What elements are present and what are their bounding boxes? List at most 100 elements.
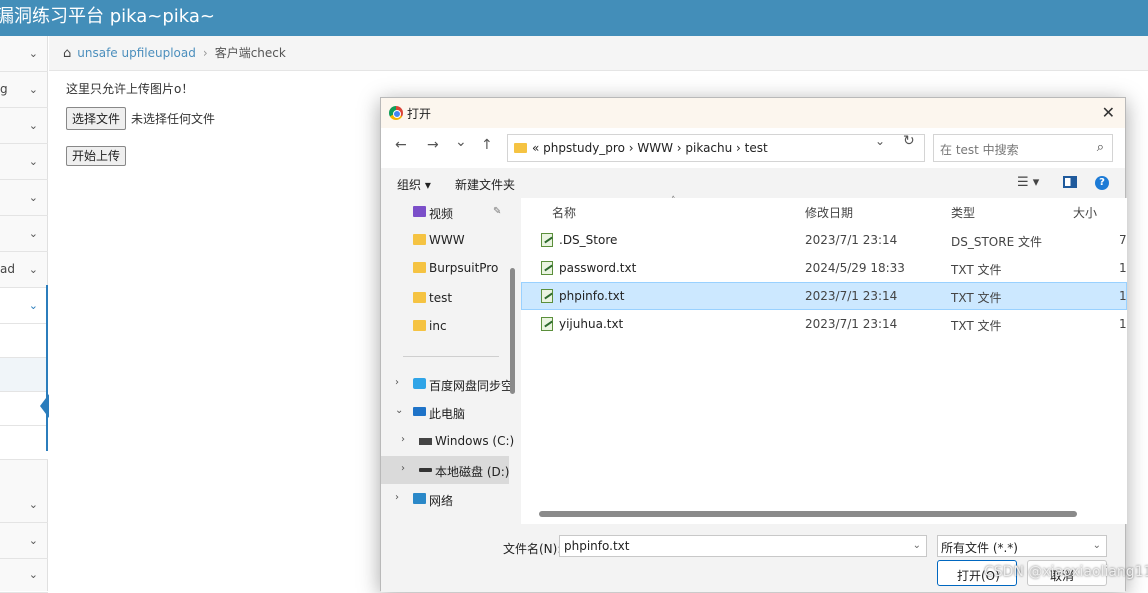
file-list: 名称 ˄ 修改日期 类型 大小 .DS_Store 2023/7/1 23:14… <box>521 196 1127 524</box>
navigation-pane: 视频 ✎ WWW BurpsuitPro test inc › 百度网盘同步空 … <box>381 198 514 524</box>
file-row-selected[interactable]: phpinfo.txt 2023/7/1 23:14 TXT 文件 1 <box>521 282 1127 310</box>
help-icon[interactable]: ? <box>1095 176 1109 190</box>
sidebar-subitem[interactable] <box>0 324 48 358</box>
organize-menu[interactable]: 组织 ▾ <box>397 176 431 193</box>
collapse-icon[interactable]: ⌄ <box>395 405 403 416</box>
column-header-type[interactable]: 类型 <box>951 204 975 221</box>
text-file-icon <box>541 261 553 275</box>
dialog-footer: 文件名(N): phpinfo.txt ⌄ 所有文件 (*.*) ⌄ 打开(O)… <box>381 524 1125 592</box>
back-arrow-icon[interactable]: ← <box>395 137 407 153</box>
dialog-title: 打开 <box>407 107 432 121</box>
file-picker: 选择文件 未选择任何文件 <box>66 106 216 130</box>
app-header: 漏洞练习平台 pika~pika~ <box>0 0 1148 36</box>
sidebar-subitem[interactable] <box>0 426 48 460</box>
preview-pane-icon[interactable] <box>1063 176 1077 188</box>
expand-icon[interactable]: › <box>401 434 405 445</box>
chevron-down-icon[interactable]: ⌄ <box>913 540 921 551</box>
nav-item-inc[interactable]: inc <box>381 312 509 340</box>
folder-icon <box>413 292 426 303</box>
computer-icon <box>413 407 426 416</box>
nav-pane-scrollbar[interactable] <box>510 268 515 394</box>
sidebar: ⌄ g ⌄ ⌄ ⌄ ⌄ ⌄ ad ⌄ ⌄ ⌄ ⌄ ⌄ <box>0 36 48 593</box>
dialog-titlebar[interactable]: 打开 ✕ <box>381 98 1125 128</box>
chevron-down-icon: ⌄ <box>1092 540 1101 551</box>
nav-item-baidu-sync[interactable]: › 百度网盘同步空 <box>381 370 513 398</box>
text-file-icon <box>541 317 553 331</box>
upload-form: 这里只允许上传图片o！ 选择文件 未选择任何文件 开始上传 <box>66 80 216 166</box>
nav-item-this-pc[interactable]: ⌄ 此电脑 <box>381 398 509 426</box>
horizontal-scrollbar[interactable] <box>539 511 1077 517</box>
chevron-down-icon: ⌄ <box>28 155 38 168</box>
home-icon[interactable]: ⌂ <box>63 46 71 61</box>
dialog-toolbar: 组织 ▾ 新建文件夹 ☰ ▾ ? <box>381 168 1125 198</box>
nav-item-network[interactable]: › 网络 <box>381 485 509 513</box>
nav-item-videos[interactable]: 视频 ✎ <box>381 198 509 226</box>
search-icon: ⌕ <box>1096 140 1104 155</box>
chrome-icon <box>389 106 403 120</box>
sidebar-item[interactable]: ⌄ <box>0 108 48 144</box>
chevron-down-icon: ⌄ <box>28 568 38 581</box>
windows-drive-icon <box>419 438 432 445</box>
filetype-select[interactable]: 所有文件 (*.*) ⌄ <box>937 535 1107 557</box>
file-row[interactable]: yijuhua.txt 2023/7/1 23:14 TXT 文件 1 <box>521 310 1127 338</box>
expand-icon[interactable]: › <box>401 463 405 474</box>
sidebar-item[interactable]: ⌄ <box>0 180 48 216</box>
column-header-size[interactable]: 大小 <box>1073 204 1097 221</box>
close-icon[interactable]: ✕ <box>1102 103 1115 122</box>
up-arrow-icon[interactable]: ↑ <box>481 137 493 153</box>
sidebar-selected-arrow <box>40 394 49 418</box>
expand-icon[interactable]: › <box>395 377 399 388</box>
expand-icon[interactable]: › <box>395 492 399 503</box>
chevron-down-icon[interactable]: ⌄ <box>875 134 885 148</box>
file-open-dialog: 打开 ✕ ← → ⌄ ↑ « phpstudy_pro › WWW › pika… <box>380 97 1127 592</box>
search-input[interactable]: 在 test 中搜索 ⌕ <box>933 134 1113 162</box>
view-options-icon[interactable]: ☰ ▾ <box>1017 175 1039 190</box>
sidebar-subitem-selected[interactable] <box>0 358 48 392</box>
sidebar-item[interactable]: ⌄ <box>0 523 48 559</box>
column-header-date[interactable]: 修改日期 <box>805 204 853 221</box>
sidebar-item[interactable]: ⌄ <box>0 557 48 593</box>
refresh-icon[interactable]: ↻ <box>903 133 915 149</box>
breadcrumb-link[interactable]: unsafe upfileupload <box>77 46 196 60</box>
chevron-down-icon: ⌄ <box>28 83 38 96</box>
text-file-icon <box>541 289 553 303</box>
app-title: 漏洞练习平台 pika~pika~ <box>0 6 216 27</box>
nav-item-test[interactable]: test <box>381 284 509 312</box>
sidebar-item-active[interactable]: ⌄ <box>0 288 48 324</box>
file-row[interactable]: password.txt 2024/5/29 18:33 TXT 文件 1 <box>521 254 1127 282</box>
sidebar-item[interactable]: g ⌄ <box>0 72 48 108</box>
choose-file-button[interactable]: 选择文件 <box>66 106 127 130</box>
search-placeholder: 在 test 中搜索 <box>940 143 1019 157</box>
filename-input[interactable]: phpinfo.txt ⌄ <box>559 535 927 557</box>
chevron-down-icon: ⌄ <box>28 498 38 511</box>
new-folder-button[interactable]: 新建文件夹 <box>455 176 515 193</box>
upload-button[interactable]: 开始上传 <box>66 146 127 166</box>
nav-item-www[interactable]: WWW <box>381 226 509 254</box>
nav-item-drive-d[interactable]: › 本地磁盘 (D:) <box>381 456 509 484</box>
nav-item-burpsuitpro[interactable]: BurpsuitPro <box>381 254 509 282</box>
filename-label: 文件名(N): <box>503 542 562 556</box>
nav-item-drive-c[interactable]: › Windows (C:) <box>381 427 514 455</box>
address-path: « phpstudy_pro › WWW › pikachu › test <box>532 141 768 155</box>
chevron-down-icon: ⌄ <box>28 191 38 204</box>
file-status: 未选择任何文件 <box>131 111 216 126</box>
address-bar[interactable]: « phpstudy_pro › WWW › pikachu › test <box>507 134 925 162</box>
hard-drive-icon <box>419 468 432 472</box>
recent-locations-icon[interactable]: ⌄ <box>455 134 467 150</box>
file-row[interactable]: .DS_Store 2023/7/1 23:14 DS_STORE 文件 7 <box>521 226 1127 254</box>
sidebar-item[interactable]: ⌄ <box>0 487 48 523</box>
chevron-down-icon: ⌄ <box>28 299 38 312</box>
column-header-name[interactable]: 名称 <box>552 204 576 221</box>
folder-icon <box>514 143 527 153</box>
sidebar-item[interactable]: ⌄ <box>0 36 48 72</box>
chevron-down-icon: ⌄ <box>28 263 38 276</box>
folder-icon <box>413 262 426 273</box>
nav-divider <box>403 356 499 357</box>
sidebar-item[interactable]: ad ⌄ <box>0 252 48 288</box>
sidebar-item[interactable]: ⌄ <box>0 216 48 252</box>
filetype-value: 所有文件 (*.*) <box>941 541 1018 555</box>
forward-arrow-icon[interactable]: → <box>427 137 439 153</box>
sidebar-item[interactable]: ⌄ <box>0 144 48 180</box>
sidebar-active-indicator <box>46 285 48 451</box>
filename-value: phpinfo.txt <box>564 539 630 553</box>
